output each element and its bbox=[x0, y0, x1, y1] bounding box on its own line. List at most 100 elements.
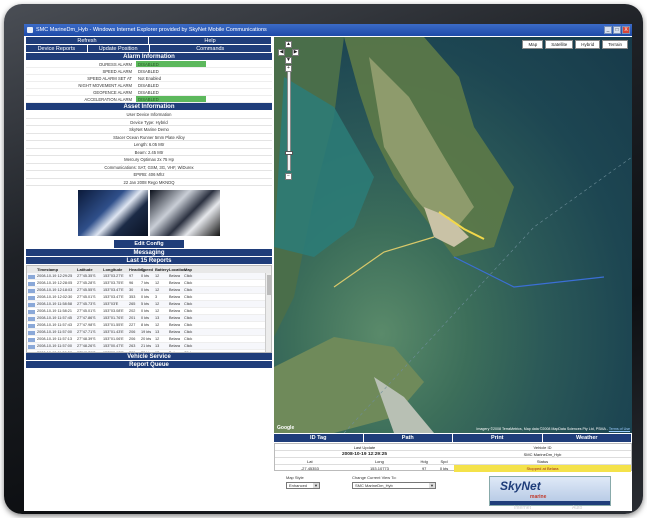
row-select-icon[interactable] bbox=[27, 308, 37, 314]
map-click-link[interactable]: Click bbox=[184, 301, 194, 307]
table-cell: 2008-10-19 11:57:45 bbox=[37, 316, 72, 320]
alarm-label: GEOFENCE ALARM bbox=[93, 90, 132, 95]
row-marker bbox=[28, 344, 35, 349]
asset-info-row: Stacer Ocean Runner 5mm Plate Alloy bbox=[26, 134, 272, 141]
tab-id-tag[interactable]: ID Tag bbox=[274, 434, 364, 442]
status-zone: Internet bbox=[514, 505, 531, 511]
update-position-button[interactable]: Update Position bbox=[87, 45, 150, 53]
vehicle-service-section[interactable]: Vehicle Service bbox=[26, 353, 272, 361]
edit-config-button[interactable]: Edit Config bbox=[114, 240, 184, 248]
table-row[interactable]: 2008-10-19 11:58:58 27°45.73'S 153°03'E 265… bbox=[27, 301, 271, 308]
reports-scrollbar[interactable] bbox=[265, 273, 271, 352]
row-select-icon[interactable] bbox=[27, 287, 37, 293]
row-select-icon[interactable] bbox=[27, 301, 37, 307]
table-row[interactable]: 2008-10-19 11:58:21 27°45.01'S 153°03.08'E… bbox=[27, 308, 271, 315]
tab-weather[interactable]: Weather bbox=[542, 434, 632, 442]
asset-info-row: Device Type: Hybrid bbox=[26, 119, 272, 126]
alarm-row: NIGHT MOVEMENT ALARM DISABLED bbox=[26, 82, 272, 89]
table-row[interactable]: 2008-10-19 11:57:43 27°47.98'S 153°01.55'E… bbox=[27, 322, 271, 329]
alarm-label: SPEED ALARM SET AT bbox=[87, 76, 132, 81]
status-value: Stopped at Belara bbox=[454, 465, 631, 472]
row-select-icon[interactable] bbox=[27, 343, 37, 349]
pan-down-button[interactable]: ▼ bbox=[285, 57, 292, 64]
change-view-control: Change Current View To: SMC MarineDm_Hyb bbox=[352, 475, 436, 489]
map-click-link[interactable]: Click bbox=[184, 322, 194, 328]
table-row[interactable]: 2008-10-19 11:57:45 27°47.86'S 153°01.76'E… bbox=[27, 315, 271, 322]
map-click-link[interactable]: Click bbox=[184, 329, 194, 335]
row-marker bbox=[28, 302, 35, 307]
row-select-icon[interactable] bbox=[27, 329, 37, 335]
change-view-select[interactable]: SMC MarineDm_Hyb bbox=[352, 482, 436, 489]
close-button[interactable]: X bbox=[622, 26, 630, 34]
table-cell: 206 bbox=[129, 330, 136, 334]
map-click-link[interactable]: Click bbox=[184, 308, 194, 314]
commands-button[interactable]: Commands bbox=[149, 45, 272, 53]
pan-up-button[interactable]: ▲ bbox=[285, 41, 292, 48]
messaging-section[interactable]: Messaging bbox=[26, 249, 272, 257]
status-zoom: Auto bbox=[572, 505, 583, 511]
refresh-button[interactable]: Refresh bbox=[26, 37, 149, 45]
table-row[interactable]: 2008-10-19 11:57:13 27°48.39'S 153°01.06'E… bbox=[27, 336, 271, 343]
report-queue-section[interactable]: Report Queue bbox=[26, 361, 272, 369]
long-value: 153.10773 bbox=[369, 466, 389, 471]
table-cell: 13 bbox=[155, 316, 160, 320]
map-click-link[interactable]: Click bbox=[184, 350, 194, 352]
map-click-link[interactable]: Click bbox=[184, 336, 194, 342]
asset-section-title[interactable]: Asset Information bbox=[26, 103, 272, 111]
status-label: Status bbox=[536, 459, 549, 464]
row-select-icon[interactable] bbox=[27, 336, 37, 342]
zoom-out-button[interactable]: − bbox=[285, 173, 292, 180]
device-reports-button[interactable]: Device Reports bbox=[26, 45, 88, 53]
map-type-map[interactable]: Map bbox=[522, 40, 544, 49]
map-click-link[interactable]: Click bbox=[184, 287, 194, 293]
asset-info-row: Beam: 2.45 Mtr bbox=[26, 149, 272, 156]
reports-section-title[interactable]: Last 15 Reports bbox=[26, 257, 272, 265]
table-row[interactable]: 2008-10-19 11:56:58 27°48.70'S 153°00.12'E… bbox=[27, 350, 271, 353]
table-row[interactable]: 2008-10-19 12:18:03 27°45.55'S 153°03.47'E… bbox=[27, 287, 271, 294]
map-click-link[interactable]: Click bbox=[184, 294, 194, 300]
table-row[interactable]: 2008-10-19 12:02:30 27°45.01'S 153°03.47'E… bbox=[27, 294, 271, 301]
map-style-select[interactable]: Enhanced bbox=[286, 482, 320, 489]
boat-photo-2[interactable] bbox=[150, 190, 220, 236]
alarm-label: ACCELERATION ALARM bbox=[84, 97, 132, 102]
map-click-link[interactable]: Click bbox=[184, 343, 194, 349]
table-row[interactable]: 2008-10-19 12:28:05 27°45.28'S 153°03.75'E… bbox=[27, 280, 271, 287]
asset-info-row: Communications: SAT, GSM, 3G, VHF, WiDur… bbox=[26, 164, 272, 171]
help-button[interactable]: Help bbox=[149, 37, 272, 45]
maximize-button[interactable]: □ bbox=[613, 26, 621, 34]
pan-right-button[interactable]: ▶ bbox=[292, 49, 299, 56]
pan-left-button[interactable]: ◀ bbox=[278, 49, 285, 56]
row-select-icon[interactable] bbox=[27, 322, 37, 328]
tab-path[interactable]: Path bbox=[363, 434, 453, 442]
table-cell: 13 bbox=[155, 330, 160, 334]
row-select-icon[interactable] bbox=[27, 350, 37, 352]
table-row[interactable]: 2008-10-19 11:57:00 27°47.71'S 153°01.43'E… bbox=[27, 329, 271, 336]
map-click-link[interactable]: Click bbox=[184, 273, 194, 279]
minimize-button[interactable]: _ bbox=[604, 26, 612, 34]
satellite-map[interactable]: Map Satellite Hybrid Terrain ▲ ◀ ▶ ▼ + − Go… bbox=[274, 37, 632, 433]
row-select-icon[interactable] bbox=[27, 315, 37, 321]
boat-photo-1[interactable] bbox=[78, 190, 148, 236]
map-click-link[interactable]: Click bbox=[184, 280, 194, 286]
row-select-icon[interactable] bbox=[27, 294, 37, 300]
map-imagery bbox=[274, 37, 632, 433]
vehicle-info-table: Last Update Vehicle ID 2008-10-19 12:29:… bbox=[274, 443, 632, 472]
zoom-slider-thumb[interactable] bbox=[285, 151, 293, 155]
row-select-icon[interactable] bbox=[27, 280, 37, 286]
row-select-icon[interactable] bbox=[27, 273, 37, 279]
table-cell: 2008-10-19 11:58:21 bbox=[37, 309, 72, 313]
map-copyright: Imagery ©2008 TerraMetrics, Map data ©20… bbox=[476, 427, 630, 431]
tab-print[interactable]: Print bbox=[453, 434, 543, 442]
alarm-section-title[interactable]: Alarm Information bbox=[26, 53, 272, 61]
map-type-satellite[interactable]: Satellite bbox=[545, 40, 574, 49]
table-cell: 153°01.43'E bbox=[103, 330, 124, 334]
table-cell: 13 bbox=[155, 351, 160, 353]
zoom-slider-track[interactable] bbox=[287, 71, 291, 171]
map-click-link[interactable]: Click bbox=[184, 315, 194, 321]
table-row[interactable]: 2008-10-19 12:29:25 27°45.35'S 153°03.27'E… bbox=[27, 273, 271, 280]
map-type-terrain[interactable]: Terrain bbox=[602, 40, 628, 49]
map-type-hybrid[interactable]: Hybrid bbox=[575, 40, 601, 49]
table-row[interactable]: 2008-10-19 11:57:00 27°48.26'S 153°00.47'E… bbox=[27, 343, 271, 350]
scrollbar-thumb[interactable] bbox=[267, 275, 271, 295]
terms-of-use-link[interactable]: Terms of Use bbox=[609, 427, 630, 431]
